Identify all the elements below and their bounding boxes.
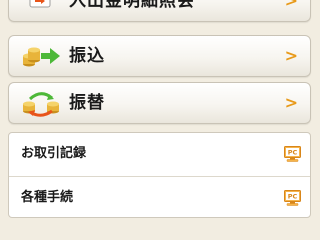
list-item-procedures[interactable]: 各種手続 PC bbox=[9, 177, 310, 219]
list-item-label: お取引記録 bbox=[21, 146, 87, 161]
transfer-button[interactable]: 振込 > bbox=[8, 35, 311, 77]
chevron-right-icon: > bbox=[284, 93, 298, 112]
coins-transfer-icon bbox=[23, 47, 60, 67]
screen: 入出金明細照会 > 振込 > 振替 > お取引記録 PC 各種手続 PC bbox=[0, 0, 320, 226]
pc-site-list: お取引記録 PC 各種手続 PC bbox=[8, 132, 311, 218]
passbook-icon bbox=[29, 0, 51, 8]
menu-item-label: 入出金明細照会 bbox=[69, 0, 195, 11]
coins-exchange-icon bbox=[23, 92, 59, 117]
svg-text:PC: PC bbox=[288, 193, 298, 201]
menu-item-label: 振込 bbox=[69, 46, 105, 66]
chevron-right-icon: > bbox=[284, 46, 298, 65]
list-item-label: 各種手続 bbox=[21, 190, 74, 205]
statement-inquiry-button[interactable]: 入出金明細照会 > bbox=[8, 0, 311, 22]
pc-icon: PC bbox=[284, 146, 301, 162]
chevron-right-icon: > bbox=[284, 0, 298, 10]
list-item-transaction-history[interactable]: お取引記録 PC bbox=[9, 133, 310, 175]
menu-item-label: 振替 bbox=[69, 93, 105, 113]
pc-icon: PC bbox=[284, 190, 301, 206]
svg-text:PC: PC bbox=[288, 149, 298, 157]
account-transfer-button[interactable]: 振替 > bbox=[8, 82, 311, 124]
